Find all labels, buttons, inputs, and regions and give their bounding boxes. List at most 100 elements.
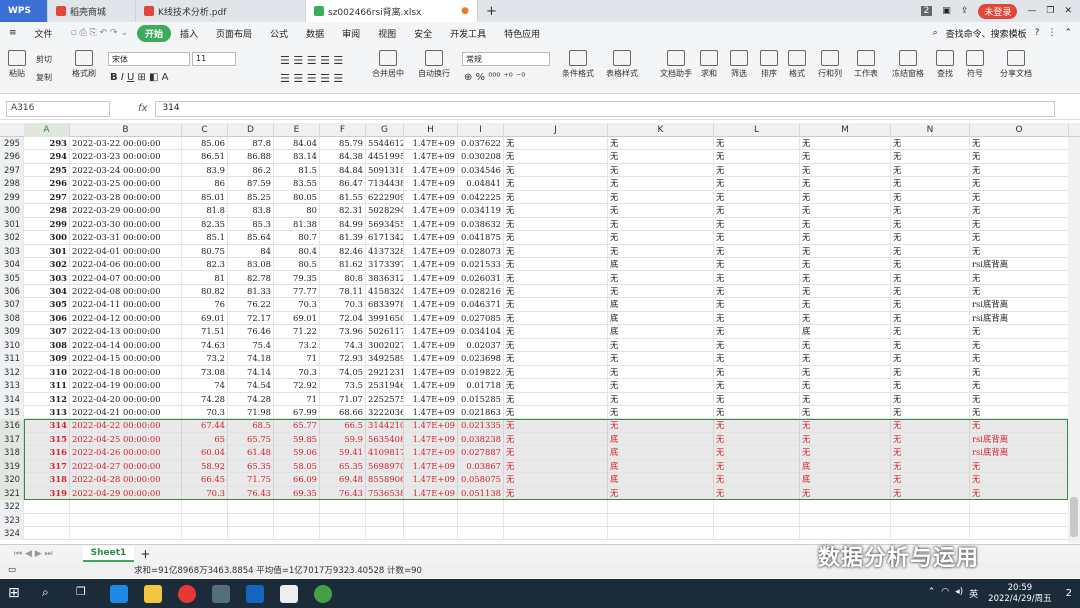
cell[interactable]: rsi底背离 bbox=[970, 311, 1069, 326]
cell[interactable]: 无 bbox=[714, 137, 800, 151]
cell[interactable] bbox=[274, 500, 320, 514]
cell[interactable]: 87.59 bbox=[228, 177, 274, 191]
clock[interactable]: 20:59 2022/4/29/周五 bbox=[988, 583, 1051, 605]
row-number[interactable]: 304 bbox=[0, 258, 24, 272]
tab-wps[interactable]: WPS bbox=[0, 0, 48, 22]
cell[interactable]: 无 bbox=[608, 177, 714, 191]
close-icon[interactable]: ✕ bbox=[1064, 6, 1072, 16]
cell[interactable]: 1.47E+09 bbox=[404, 244, 458, 259]
cell[interactable]: 0.028216 bbox=[458, 284, 504, 299]
cell[interactable]: 41373287 bbox=[366, 244, 404, 259]
cell[interactable]: 69.48 bbox=[320, 473, 366, 487]
cell[interactable]: 56354080 bbox=[366, 432, 404, 447]
cell[interactable]: 1.47E+09 bbox=[404, 379, 458, 393]
sum-button[interactable]: 求和 bbox=[700, 50, 718, 79]
cell[interactable]: 1.47E+09 bbox=[404, 486, 458, 501]
cell[interactable]: 无 bbox=[608, 365, 714, 380]
cell[interactable]: 299 bbox=[24, 217, 70, 232]
cell[interactable]: 无 bbox=[891, 338, 970, 353]
cell[interactable]: rsi底背离 bbox=[970, 258, 1069, 272]
help-icon[interactable]: ? bbox=[1035, 28, 1040, 38]
login-button[interactable]: 未登录 bbox=[978, 3, 1018, 19]
cell[interactable]: 70.3 bbox=[182, 486, 228, 501]
cell[interactable]: 无 bbox=[608, 217, 714, 232]
cell[interactable]: 无 bbox=[970, 271, 1069, 285]
cell[interactable] bbox=[404, 500, 458, 514]
cell[interactable]: 70.3 bbox=[182, 406, 228, 420]
cell[interactable]: 71 bbox=[274, 392, 320, 406]
cell[interactable]: 无 bbox=[504, 258, 608, 272]
mail-icon[interactable] bbox=[246, 584, 264, 603]
cell[interactable]: 无 bbox=[714, 406, 800, 420]
cell[interactable]: 无 bbox=[891, 392, 970, 406]
share-icon[interactable]: ⇪ bbox=[961, 6, 969, 16]
cell[interactable]: 86.51 bbox=[182, 150, 228, 164]
cell[interactable]: 无 bbox=[800, 379, 891, 393]
cell[interactable]: 317 bbox=[24, 459, 70, 474]
cell[interactable]: 318 bbox=[24, 473, 70, 487]
cell[interactable] bbox=[70, 500, 182, 514]
cell[interactable]: 2022-03-22 00:00:00 bbox=[70, 137, 182, 151]
cell[interactable]: 无 bbox=[891, 217, 970, 232]
cell[interactable]: 50261177 bbox=[366, 325, 404, 339]
cell[interactable]: 0.021863 bbox=[458, 406, 504, 420]
cell[interactable]: 无 bbox=[970, 204, 1069, 218]
cell[interactable]: 67.44 bbox=[182, 419, 228, 433]
filter-button[interactable]: 筛选 bbox=[730, 50, 748, 79]
cell[interactable]: 31442103 bbox=[366, 419, 404, 433]
find-button[interactable]: 查找 bbox=[936, 50, 954, 79]
cell[interactable]: 无 bbox=[891, 325, 970, 339]
cell[interactable]: 无 bbox=[504, 244, 608, 259]
cell[interactable]: 0.030208 bbox=[458, 150, 504, 164]
cell[interactable]: 85.64 bbox=[228, 231, 274, 245]
cell[interactable]: 无 bbox=[504, 338, 608, 353]
sort-button[interactable]: 排序 bbox=[760, 50, 778, 79]
cell[interactable]: 1.47E+09 bbox=[404, 459, 458, 474]
cell[interactable]: 无 bbox=[504, 204, 608, 218]
notification-icon[interactable]: 2 bbox=[1066, 588, 1072, 599]
cell[interactable]: 87.8 bbox=[228, 137, 274, 151]
symbol-button[interactable]: 符号 bbox=[966, 50, 984, 79]
cell[interactable]: 无 bbox=[714, 459, 800, 474]
cell[interactable]: 0.041875 bbox=[458, 231, 504, 245]
rowcol-button[interactable]: 行和列 bbox=[818, 50, 842, 79]
tab-pdf[interactable]: K线技术分析.pdf bbox=[136, 0, 306, 22]
cell[interactable]: 70.3 bbox=[274, 365, 320, 380]
cell[interactable]: 2022-04-18 00:00:00 bbox=[70, 365, 182, 380]
cell[interactable]: 73.2 bbox=[274, 338, 320, 353]
cell[interactable]: 69.35 bbox=[274, 486, 320, 501]
cell[interactable]: 2022-04-22 00:00:00 bbox=[70, 419, 182, 433]
add-sheet-button[interactable]: + bbox=[140, 547, 150, 561]
cell[interactable]: 无 bbox=[970, 338, 1069, 353]
cell[interactable]: 55446123 bbox=[366, 137, 404, 151]
cell[interactable] bbox=[228, 500, 274, 514]
cell[interactable]: 0.026031 bbox=[458, 271, 504, 285]
cell[interactable]: 无 bbox=[970, 231, 1069, 245]
cell[interactable]: 81.55 bbox=[320, 190, 366, 205]
tab-xlsx[interactable]: sz002466rsi背离.xlsx ● bbox=[306, 0, 478, 22]
cell[interactable]: 2022-03-23 00:00:00 bbox=[70, 150, 182, 164]
cell[interactable]: 78.11 bbox=[320, 284, 366, 299]
cell[interactable]: 无 bbox=[504, 163, 608, 178]
cell[interactable]: 77.77 bbox=[274, 284, 320, 299]
cell[interactable]: 75365380 bbox=[366, 486, 404, 501]
cell[interactable] bbox=[320, 500, 366, 514]
cell[interactable]: 无 bbox=[608, 379, 714, 393]
cell[interactable]: 0.01718 bbox=[458, 379, 504, 393]
cell[interactable]: 83.14 bbox=[274, 150, 320, 164]
cell[interactable]: 1.47E+09 bbox=[404, 231, 458, 245]
cell[interactable]: 295 bbox=[24, 163, 70, 178]
sheet-nav-icons[interactable]: ⏮ ◀ ▶ ⏭ bbox=[14, 549, 53, 559]
cell[interactable]: 68.66 bbox=[320, 406, 366, 420]
row-number[interactable]: 301 bbox=[0, 217, 24, 232]
vertical-scrollbar[interactable] bbox=[1068, 137, 1080, 543]
cell[interactable] bbox=[366, 527, 404, 541]
cell[interactable] bbox=[891, 527, 970, 541]
cell[interactable]: 1.47E+09 bbox=[404, 446, 458, 460]
cell[interactable]: 无 bbox=[891, 365, 970, 380]
cell[interactable]: 2022-03-25 00:00:00 bbox=[70, 177, 182, 191]
cell[interactable]: 307 bbox=[24, 325, 70, 339]
cell[interactable]: 34925891 bbox=[366, 352, 404, 366]
wps-doc-icon[interactable] bbox=[280, 584, 298, 603]
cell[interactable]: 68.5 bbox=[228, 419, 274, 433]
